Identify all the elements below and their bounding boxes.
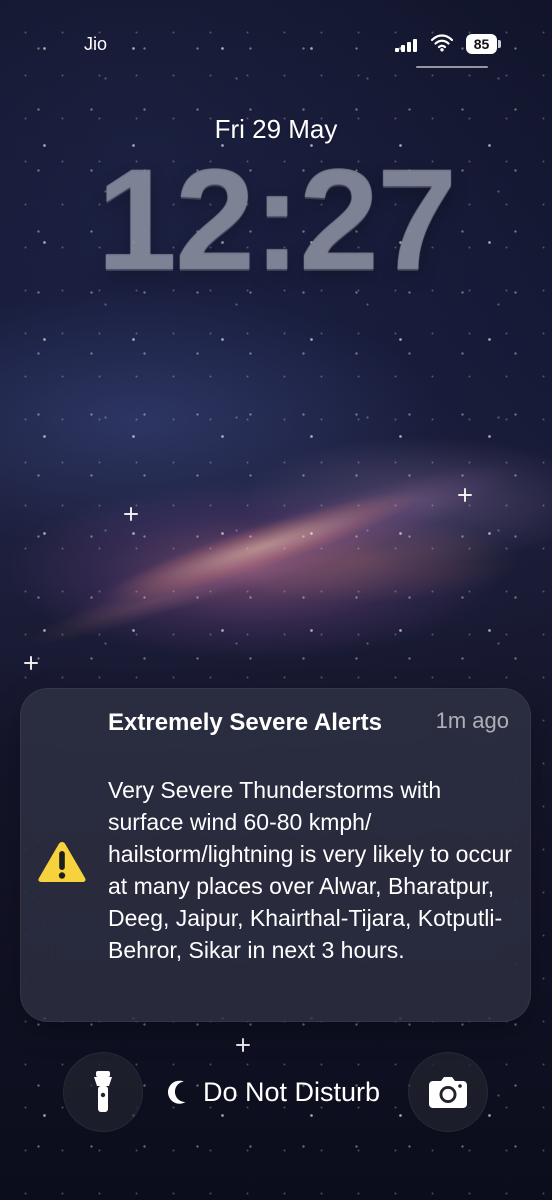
star-icon bbox=[124, 507, 138, 521]
camera-button[interactable] bbox=[408, 1052, 488, 1132]
notification-title: Extremely Severe Alerts bbox=[108, 709, 382, 736]
cellular-signal-icon bbox=[395, 38, 417, 52]
star-icon bbox=[236, 1038, 250, 1052]
control-center-handle[interactable] bbox=[416, 66, 488, 68]
notification-time: 1m ago bbox=[435, 708, 509, 733]
battery-indicator: 85 bbox=[466, 34, 502, 54]
camera-icon bbox=[429, 1077, 467, 1108]
do-not-disturb-toggle[interactable]: Do Not Disturb bbox=[165, 1074, 380, 1110]
wifi-icon bbox=[430, 34, 454, 52]
carrier-name: Jio bbox=[84, 34, 108, 54]
do-not-disturb-label: Do Not Disturb bbox=[203, 1076, 381, 1107]
flashlight-icon bbox=[94, 1071, 112, 1112]
lock-screen-time: 12:27 bbox=[96, 139, 457, 300]
star-icon bbox=[24, 656, 38, 670]
notification-body: Very Severe Thunderstorms with surface w… bbox=[108, 777, 512, 963]
battery-cap bbox=[498, 40, 501, 48]
moon-icon bbox=[168, 1080, 186, 1104]
status-bar: Jio 85 bbox=[0, 0, 552, 80]
flashlight-button[interactable] bbox=[63, 1052, 143, 1132]
star-icon bbox=[458, 488, 472, 502]
battery-percentage: 85 bbox=[473, 36, 490, 52]
warning-icon bbox=[38, 842, 86, 882]
